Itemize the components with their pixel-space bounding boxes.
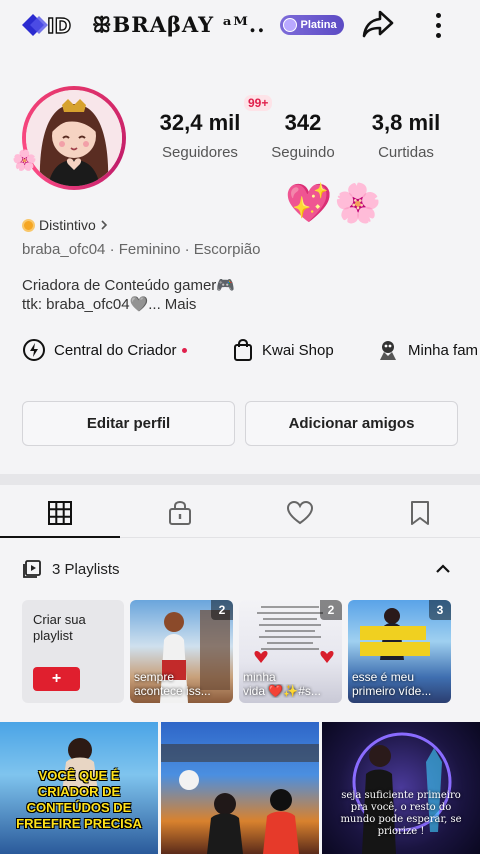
edit-profile-button[interactable]: Editar perfil xyxy=(22,401,235,446)
playlist-caption-line-1: sempre xyxy=(134,670,175,684)
bio-line-2: ttk: braba_ofc04🩶... Mais xyxy=(22,295,196,313)
playlist-caption: minha vida ❤️✨#s... xyxy=(243,670,338,698)
profile-meta: braba_ofc04 · Feminino · Escorpião xyxy=(22,241,261,258)
likes-count: 3,8 mil xyxy=(371,110,441,135)
profile-emojis: 💖🌸 xyxy=(285,183,384,225)
playlists-count-label: 3 Playlists xyxy=(52,560,120,578)
playlist-caption-line-2: primeiro víde... xyxy=(352,684,432,698)
share-icon xyxy=(362,10,394,38)
chevron-right-icon xyxy=(101,220,107,230)
video-thumbnail[interactable] xyxy=(161,722,319,854)
playlists-header[interactable]: 3 Playlists xyxy=(22,558,462,580)
tab-posts[interactable] xyxy=(0,488,120,538)
svg-text:ID: ID xyxy=(47,14,71,38)
playlist-caption: sempre acontece iss... xyxy=(134,670,229,698)
distintivo-label: Distintivo xyxy=(39,217,96,233)
following-count: 342 xyxy=(284,110,322,135)
followers-count: 32,4 mil xyxy=(159,110,241,135)
create-playlist-card[interactable]: Criar sua playlist + xyxy=(22,600,124,703)
playlist-caption-line-1: minha xyxy=(243,670,276,684)
create-playlist-button[interactable]: + xyxy=(33,667,80,691)
bio-line-1: Criadora de Conteúdo gamer🎮 xyxy=(22,277,235,294)
kwai-shop-link[interactable]: Kwai Shop xyxy=(232,337,334,363)
bio-line-2-text: ttk: braba_ofc04🩶... xyxy=(22,296,161,313)
creator-center-label: Central do Criador xyxy=(54,341,177,359)
add-friends-button[interactable]: Adicionar amigos xyxy=(245,401,458,446)
bio-more-link[interactable]: Mais xyxy=(165,296,197,313)
lock-icon xyxy=(169,500,191,525)
top-bar: ID ꕥBRAβAY ᵃᴹ.. Platina xyxy=(0,0,480,50)
playlist-caption-line-2: vida ❤️✨#s... xyxy=(243,684,321,698)
followers-stat[interactable]: 32,4 mil Seguidores xyxy=(145,110,255,161)
coin-icon xyxy=(22,218,35,232)
shopping-bag-icon xyxy=(234,338,252,361)
following-label: Seguindo xyxy=(271,144,335,161)
playlist-card[interactable]: 2 minha vida ❤️✨#s... xyxy=(239,600,342,703)
lightning-icon xyxy=(23,339,45,361)
heart-icon xyxy=(286,500,314,524)
video-caption: VOCÊ QUE É CRIADOR DE CONTEÚDOS DE FREEF… xyxy=(16,768,142,831)
likes-stat[interactable]: 3,8 mil Curtidas xyxy=(351,110,461,161)
playlist-icon xyxy=(23,560,41,578)
new-indicator-dot xyxy=(181,347,187,353)
tab-liked[interactable] xyxy=(240,488,360,537)
playlist-video-count: 3 xyxy=(429,600,451,620)
name-decoration-icon: ID xyxy=(20,9,80,41)
distintivo-link[interactable]: Distintivo xyxy=(22,217,109,233)
following-stat[interactable]: 342 Seguindo xyxy=(248,110,358,161)
likes-label: Curtidas xyxy=(378,144,434,161)
create-playlist-label: Criar sua playlist xyxy=(33,612,86,643)
playlist-caption-line-2: acontece iss... xyxy=(134,684,211,698)
playlist-video-count: 2 xyxy=(320,600,342,620)
more-options-button[interactable] xyxy=(426,8,450,42)
flower-decoration-icon: 🌸 xyxy=(12,150,37,172)
my-family-link[interactable]: Minha fam xyxy=(376,337,478,363)
avatar[interactable] xyxy=(22,86,126,190)
notification-badge: 99+ xyxy=(244,95,273,111)
profile-nickname: ꕥBRAβAY ᵃᴹ.. xyxy=(92,12,266,37)
level-badge-label: Platina xyxy=(300,19,337,31)
kwai-shop-label: Kwai Shop xyxy=(262,341,334,359)
playlist-video-count: 2 xyxy=(211,600,233,620)
my-family-label: Minha fam xyxy=(408,341,479,359)
medal-icon xyxy=(282,18,297,32)
family-icon xyxy=(380,341,396,360)
grid-icon xyxy=(48,500,72,525)
playlist-caption-line-1: esse é meu xyxy=(352,670,415,684)
tab-saved[interactable] xyxy=(360,488,480,537)
playlist-card[interactable]: 2 sempre acontece iss... xyxy=(130,600,233,703)
video-caption: seja suficiente primeiro pra você, o res… xyxy=(340,790,462,837)
bookmark-icon xyxy=(411,500,429,525)
content-tabs xyxy=(0,488,480,538)
chevron-up-icon[interactable] xyxy=(434,560,452,578)
level-badge[interactable]: Platina xyxy=(279,15,344,35)
video-thumbnail[interactable]: VOCÊ QUE É CRIADOR DE CONTEÚDOS DE FREEF… xyxy=(0,722,158,854)
playlist-caption: esse é meu primeiro víde... xyxy=(352,670,447,698)
creator-center-link[interactable]: Central do Criador xyxy=(22,337,187,363)
tab-private[interactable] xyxy=(120,488,240,537)
playlist-card[interactable]: 3 esse é meu primeiro víde... xyxy=(348,600,451,703)
share-button[interactable] xyxy=(360,8,396,40)
section-divider xyxy=(0,474,480,485)
followers-label: Seguidores xyxy=(162,144,238,161)
video-thumbnail[interactable]: seja suficiente primeiro pra você, o res… xyxy=(322,722,480,854)
